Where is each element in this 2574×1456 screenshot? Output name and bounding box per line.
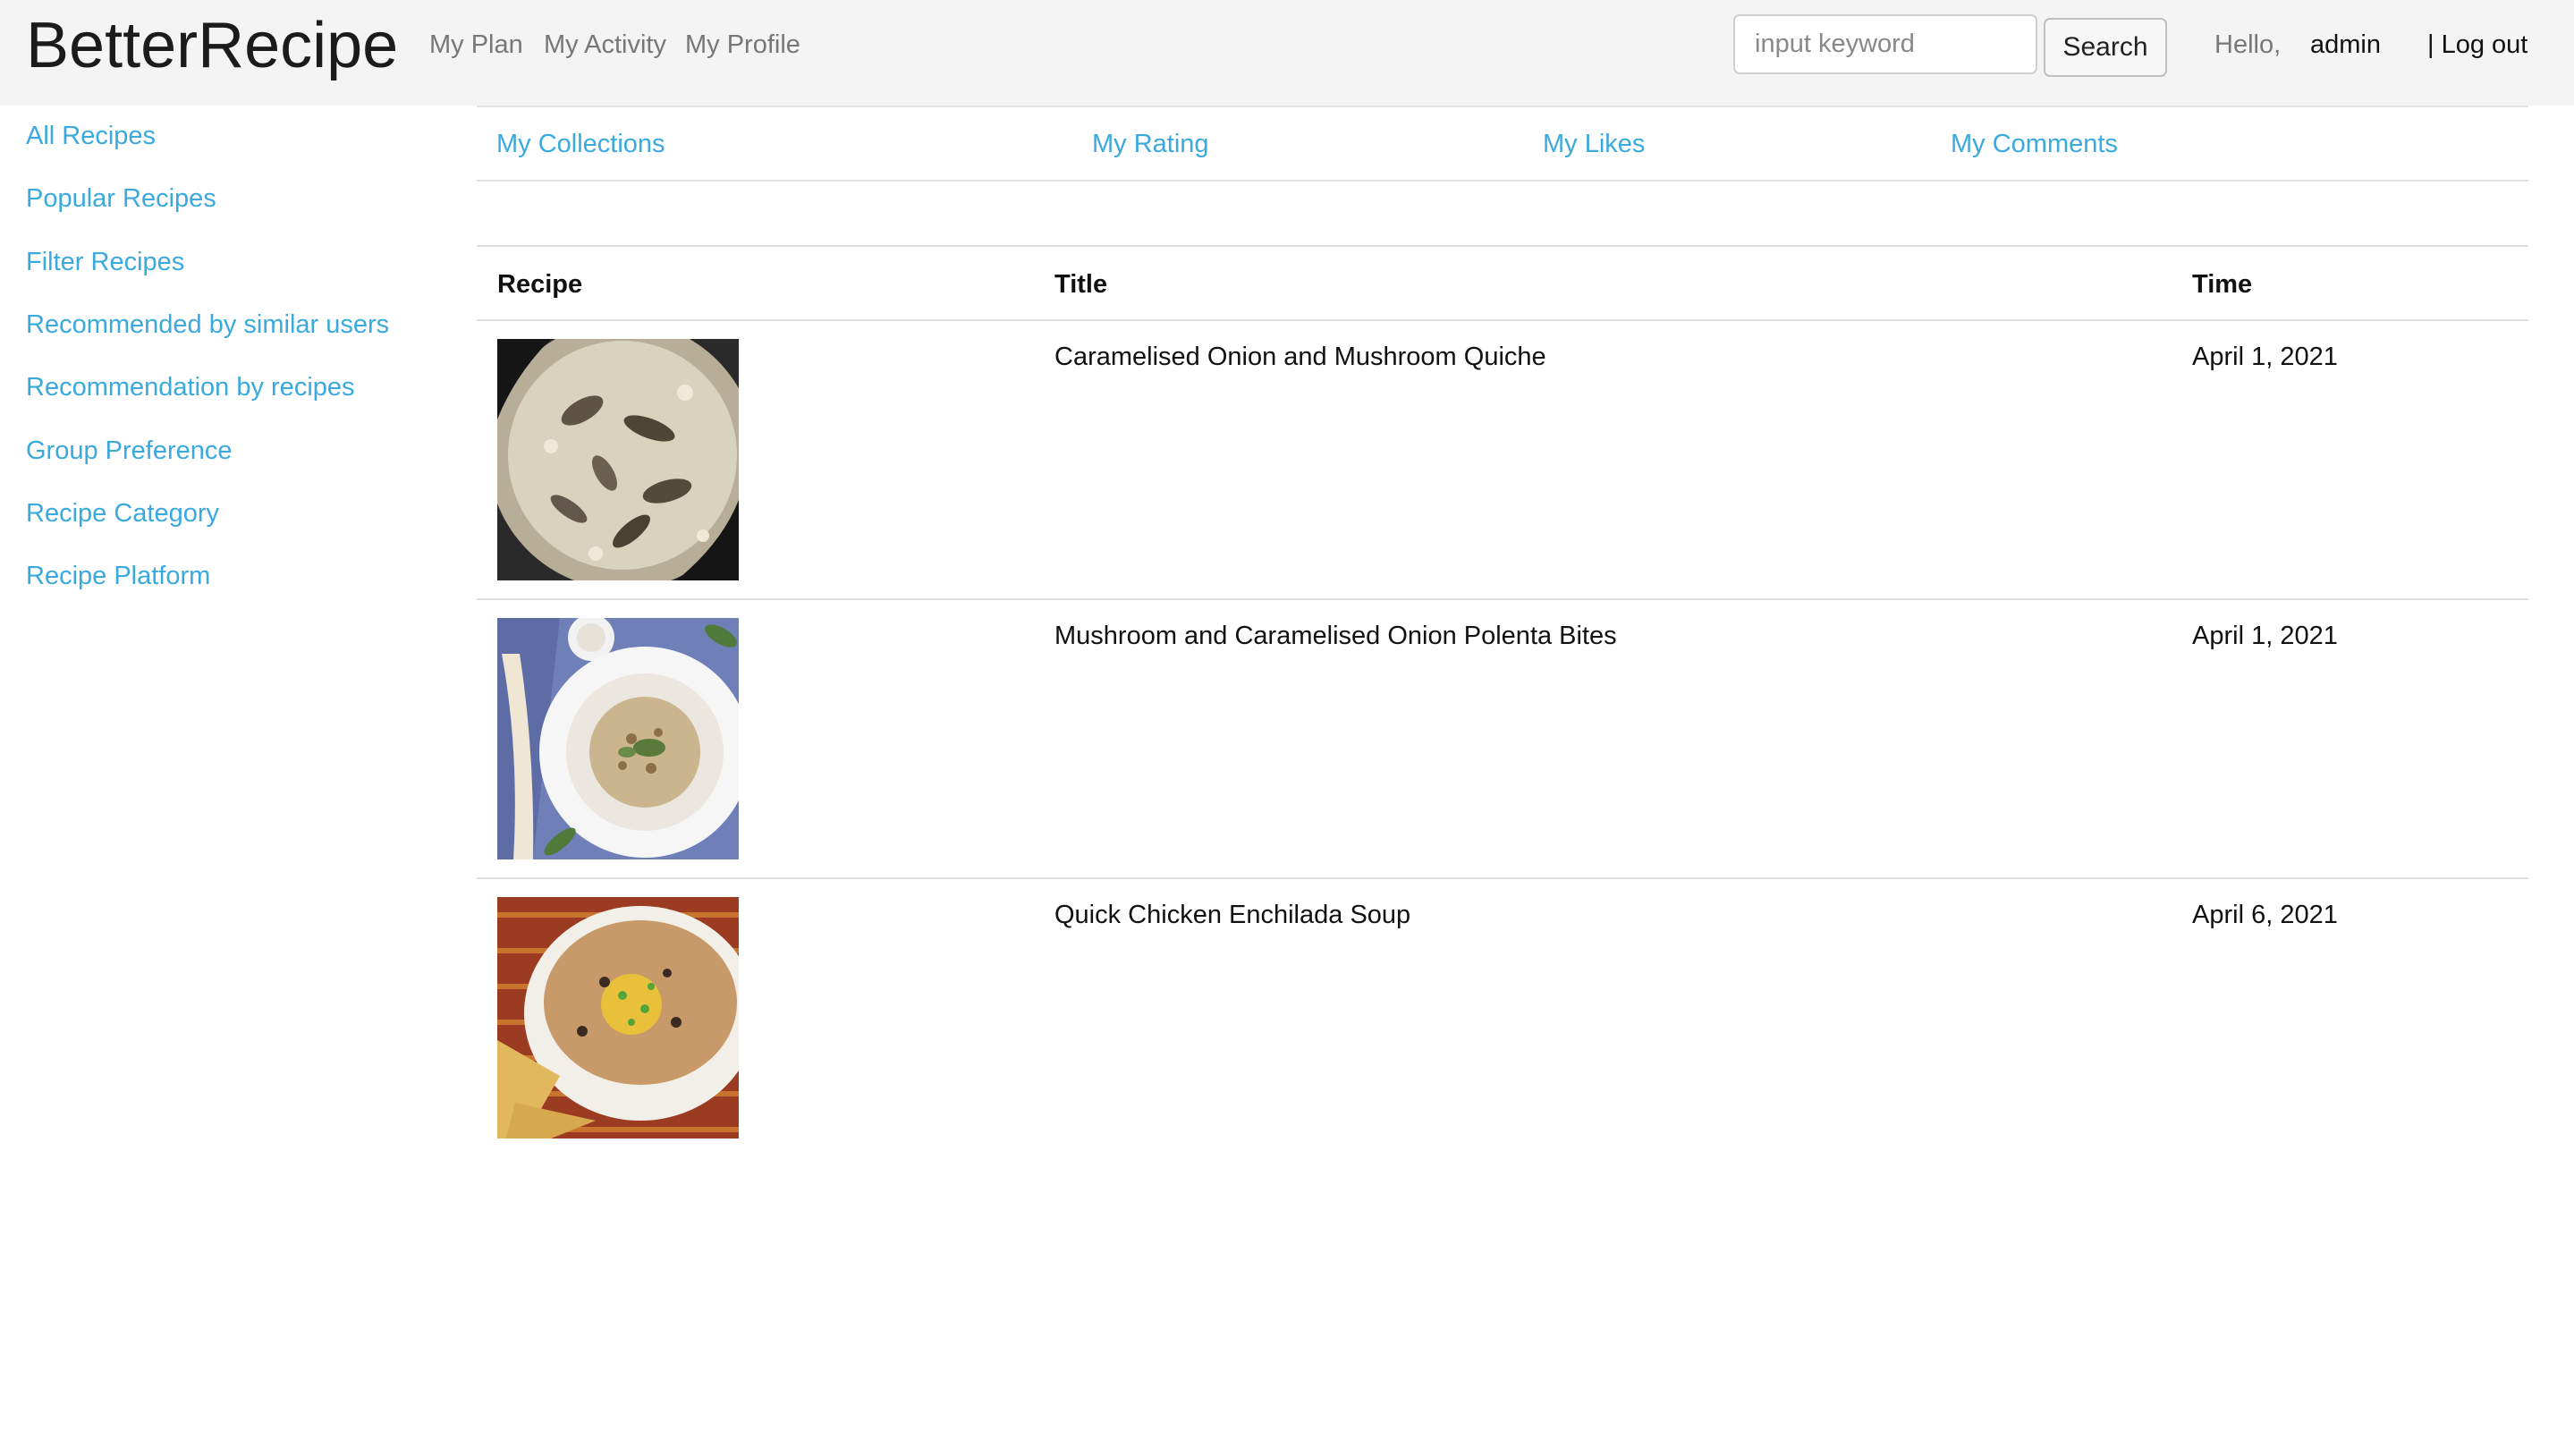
recipe-title[interactable]: Quick Chicken Enchilada Soup [1054, 899, 1410, 931]
tab-my-likes[interactable]: My Likes [1543, 128, 1645, 160]
recipe-title[interactable]: Mushroom and Caramelised Onion Polenta B… [1054, 620, 1617, 652]
tab-my-rating[interactable]: My Rating [1092, 128, 1209, 160]
table-header: Recipe Title Time [477, 245, 2528, 321]
greeting-text: Hello, [2214, 30, 2282, 59]
search-input[interactable] [1733, 14, 2037, 74]
recipes-table: Recipe Title Time Caramelised Onion and … [477, 245, 2528, 1158]
sidebar-item-recipe-category[interactable]: Recipe Category [26, 497, 219, 529]
recipe-time: April 1, 2021 [2192, 622, 2338, 650]
username-link[interactable]: admin [2310, 29, 2381, 61]
table-row: Caramelised Onion and Mushroom Quiche Ap… [477, 321, 2528, 600]
column-header-title: Title [1054, 270, 1108, 299]
sidebar-item-recommendation-by-recipes[interactable]: Recommendation by recipes [26, 371, 355, 403]
sidebar-item-popular-recipes[interactable]: Popular Recipes [26, 182, 216, 215]
nav-my-activity[interactable]: My Activity [544, 29, 666, 61]
nav-my-profile[interactable]: My Profile [685, 29, 800, 61]
sidebar-item-all-recipes[interactable]: All Recipes [26, 120, 156, 152]
recipe-time: April 1, 2021 [2192, 343, 2338, 371]
polenta-bites-image[interactable] [497, 618, 739, 859]
table-row: Quick Chicken Enchilada Soup April 6, 20… [477, 879, 2528, 1158]
tab-my-collections[interactable]: My Collections [496, 128, 665, 160]
recipe-title[interactable]: Caramelised Onion and Mushroom Quiche [1054, 341, 1546, 373]
activity-tabs: My Collections My Rating My Likes My Com… [477, 106, 2528, 182]
top-navbar: BetterRecipe My Plan My Activity My Prof… [0, 0, 2574, 106]
tab-my-comments[interactable]: My Comments [1951, 128, 2118, 160]
search-button[interactable]: Search [2044, 18, 2167, 77]
enchilada-soup-image[interactable] [497, 897, 739, 1139]
sidebar-item-group-preference[interactable]: Group Preference [26, 435, 233, 467]
sidebar-item-recipe-platform[interactable]: Recipe Platform [26, 560, 210, 592]
sidebar-item-filter-recipes[interactable]: Filter Recipes [26, 246, 184, 278]
quiche-image[interactable] [497, 339, 739, 580]
recipe-time: April 6, 2021 [2192, 901, 2338, 929]
sidebar-item-recommended-by-similar-users[interactable]: Recommended by similar users [26, 309, 389, 341]
table-row: Mushroom and Caramelised Onion Polenta B… [477, 600, 2528, 879]
nav-my-plan[interactable]: My Plan [429, 29, 523, 61]
column-header-time: Time [2192, 270, 2253, 299]
logout-link[interactable]: | Log out [2427, 29, 2527, 61]
brand-logo[interactable]: BetterRecipe [26, 7, 398, 84]
column-header-recipe: Recipe [497, 270, 583, 299]
